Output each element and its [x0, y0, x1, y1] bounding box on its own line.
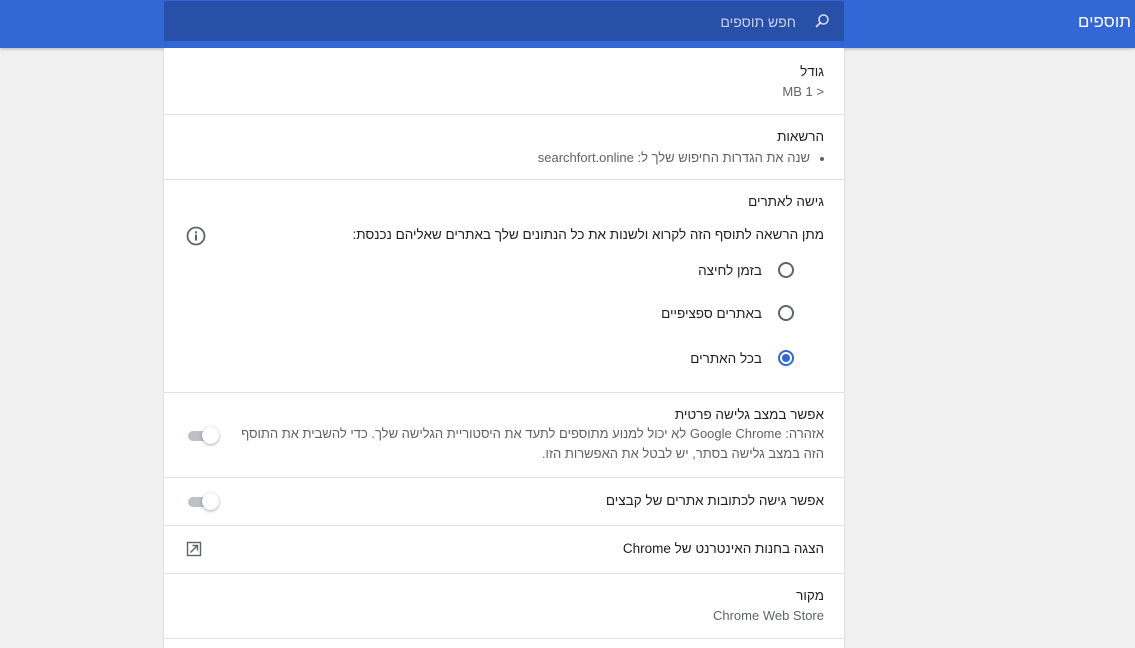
incognito-label: אפשר במצב גלישה פרטית [674, 407, 824, 422]
file-urls-section: אפשר גישה לכתובות אתרים של קבצים [164, 477, 844, 526]
search-box[interactable] [164, 1, 844, 41]
permission-item: שנה את הגדרות החיפוש שלך ל: searchfort.o… [538, 150, 824, 165]
site-access-section: גישה לאתרים מתן הרשאה לתוסף הזה לקרוא ול… [164, 179, 844, 393]
incognito-toggle[interactable] [186, 425, 220, 445]
size-label: גודל [800, 64, 824, 79]
radio-all-sites[interactable]: בכל האתרים [690, 348, 794, 368]
permissions-label: הרשאות [777, 129, 824, 144]
radio-button-all-sites[interactable] [778, 350, 794, 366]
permissions-section: הרשאות שנה את הגדרות החיפוש שלך ל: searc… [164, 114, 844, 180]
toggle-knob [202, 493, 219, 510]
incognito-warning: אזהרה: Google Chrome לא יכול למנוע מתוספ… [241, 426, 824, 461]
extension-details-card: גודל < 1 MB הרשאות שנה את הגדרות החיפוש … [164, 48, 844, 648]
site-access-description: מתן הרשאה לתוסף הזה לקרוא ולשנות את כל ה… [352, 227, 824, 242]
info-icon[interactable] [186, 226, 206, 246]
top-toolbar: תוספים [0, 0, 1135, 48]
file-urls-label: אפשר גישה לכתובות אתרים של קבצים [605, 493, 824, 508]
incognito-section: אפשר במצב גלישה פרטית אזהרה: Google Chro… [164, 392, 844, 478]
radio-on-click[interactable]: בזמן לחיצה [698, 260, 794, 280]
permission-item-text: שנה את הגדרות החיפוש שלך ל: searchfort.o… [537, 150, 810, 165]
webstore-section[interactable]: הצגה בחנות האינטרנט של Chrome [164, 525, 844, 574]
toggle-knob [202, 427, 219, 444]
radio-specific-sites[interactable]: באתרים ספציפיים [661, 303, 794, 323]
source-section: מקור Chrome Web Store [164, 573, 844, 639]
size-section: גודל < 1 MB [164, 48, 844, 115]
site-access-label: גישה לאתרים [748, 194, 824, 209]
radio-button-specific-sites[interactable] [778, 305, 794, 321]
file-urls-toggle[interactable] [186, 491, 220, 511]
source-value: Chrome Web Store [712, 608, 824, 623]
radio-label-on-click: בזמן לחיצה [698, 262, 762, 278]
search-input[interactable] [374, 11, 798, 33]
radio-label-all-sites: בכל האתרים [690, 350, 762, 366]
page-title: תוספים [1077, 12, 1131, 31]
radio-label-specific-sites: באתרים ספציפיים [661, 305, 762, 321]
radio-button-on-click[interactable] [778, 262, 794, 278]
open-in-new-icon[interactable] [186, 541, 202, 557]
webstore-link[interactable]: הצגה בחנות האינטרנט של Chrome [623, 541, 824, 556]
source-label: מקור [796, 588, 824, 603]
size-value: < 1 MB [782, 84, 824, 99]
bullet-icon [820, 156, 824, 161]
search-icon[interactable] [814, 13, 830, 29]
